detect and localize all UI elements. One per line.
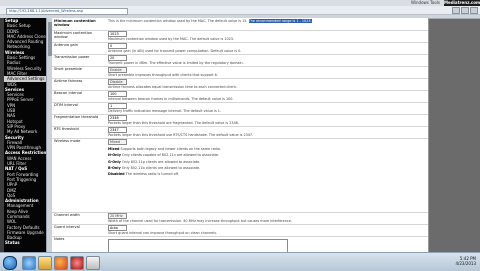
setting-label: Guard interval [54,225,80,229]
setting-description: Packets larger than this threshold are f… [108,121,239,125]
setting-select[interactable]: Mixed [108,139,127,145]
maximize-icon[interactable] [461,7,469,14]
help-text: Supports both legacy and newer clients o… [120,147,221,151]
setting-value: 20 Transmit power in dBm. The effective v… [108,55,408,65]
setting-value: This is the minimum contention window us… [108,19,408,23]
setting-value: Disable Airtime fairness allocates equal … [108,79,408,89]
setting-row: Notes [52,236,428,252]
setting-description: Delivery traffic indication message inte… [108,109,222,113]
help-heading: B-Only [108,165,121,170]
help-heading: N-Only [108,153,121,158]
setting-description: Short guard interval can improve through… [108,231,218,235]
firefox-icon[interactable] [54,256,68,270]
taskbar: 5:42 PM 4/23/2013 [0,252,480,271]
help-text: The wireless radio is turned off. [125,172,180,177]
browser-toolbar: http://192.168.1.1/Advanced_Wireless.asp [0,6,480,15]
setting-value: 1 Delivery traffic indication message int… [108,103,408,113]
setting-label: Channel width [54,213,80,217]
explorer-icon[interactable] [38,256,52,270]
notes-textarea[interactable] [108,239,288,252]
sidebar-item[interactable]: Advanced Settings [4,76,46,82]
setting-description: Antenna gain (in dBi) used for transmit … [108,49,242,53]
clock-date: 4/23/2013 [455,261,476,266]
ie-icon[interactable] [22,256,36,270]
address-bar[interactable]: http://192.168.1.1/Advanced_Wireless.asp [6,7,128,15]
setting-value: 2347 Packets larger than this threshold u… [108,127,408,137]
setting-row: Wireless mode Mixed Mixed Supports both le… [52,138,428,213]
selected-text: The recommended range is 1 - 1023. [248,19,312,23]
help-text: Only clients capable of 802.11n are allo… [122,153,220,158]
setting-description: This is the minimum contention window us… [108,19,248,23]
system-clock[interactable]: 5:42 PM 4/23/2013 [455,256,476,266]
setting-label: Beacon interval [54,91,83,95]
setting-description: Short preamble improves throughput with … [108,73,218,77]
help-paragraph: B-Only Only 802.11b clients are allowed … [108,166,408,170]
setting-description: Airtime fairness allocates equal transmi… [108,85,237,89]
sidebar-section-header[interactable]: Status [4,240,46,245]
help-text: Only 802.11g clients are allowed to asso… [121,159,201,164]
setting-label: Notes [54,237,65,241]
minimize-icon[interactable] [452,7,460,14]
setting-label: Airtime fairness [54,79,83,83]
setting-value: Auto Short guard interval can improve thr… [108,225,408,235]
help-paragraph: N-Only Only clients capable of 802.11n a… [108,153,408,157]
setting-label: Short preamble [54,67,82,71]
help-paragraph: Disabled The wireless radio is turned of… [108,172,408,176]
sidebar-menu: Setup Basic Setup DDNS MAC Address Clone Adv… [4,18,46,252]
setting-description: Transmit power in dBm. The effective val… [108,61,244,65]
close-icon[interactable] [470,7,478,14]
setting-label: DTIM interval [54,103,78,107]
app-icon[interactable] [86,256,100,270]
sidebar-section-header[interactable]: Access Restrictions [4,150,46,155]
window-controls [452,7,478,14]
setting-value: 1023 Maximum contention window used by th… [108,31,408,41]
setting-label: Fragmentation threshold [54,115,99,119]
help-heading: G-Only [108,159,121,164]
settings-panel: Minimum contention window This is the min… [52,18,429,252]
setting-label: Minimum contention window [54,19,96,28]
setting-value: Enable Short preamble improves throughput… [108,67,408,77]
setting-label: Wireless mode [54,139,81,143]
help-heading: Disabled [108,172,125,177]
setting-label: Maximum contention window [54,31,93,40]
setting-description: Width of the channel used for transmissi… [108,219,292,223]
setting-label: Transmission power [54,55,90,59]
setting-description: Packets larger than this threshold use R… [108,133,254,137]
setting-value: 2346 Packets larger than this threshold a… [108,115,408,125]
setting-description: Maximum contention window used by the MA… [108,37,234,41]
setting-value: 20 MHz Width of the channel used for tran… [108,213,408,223]
setting-label: RTS threshold [54,127,79,131]
media-icon[interactable] [70,256,84,270]
help-paragraph: G-Only Only 802.11g clients are allowed … [108,160,408,164]
setting-value: Mixed Mixed Supports both legacy and newe… [108,139,408,176]
setting-description: Interval between beacon frames in millis… [108,97,234,101]
help-paragraph: Mixed Supports both legacy and newer cli… [108,147,408,151]
setting-value: 0 Antenna gain (in dBi) used for transmit… [108,43,408,53]
setting-label: Antenna gain [54,43,79,47]
help-text: Only 802.11b clients are allowed to asso… [121,165,201,170]
start-button[interactable] [3,256,17,270]
setting-value: 100 Interval between beacon frames in mil… [108,91,408,101]
help-heading: Mixed [108,147,120,151]
